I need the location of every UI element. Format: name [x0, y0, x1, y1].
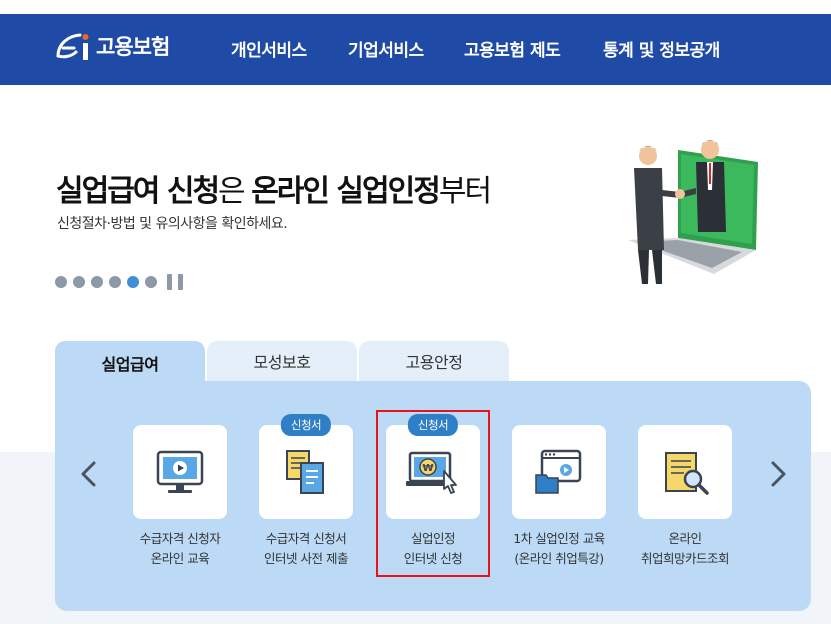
hero-title-part2: 은 [218, 174, 252, 209]
slider-dot-3[interactable] [91, 276, 103, 288]
handshake-laptop-illustration [618, 132, 768, 292]
slider-dot-1[interactable] [55, 276, 67, 288]
prev-arrow-icon[interactable] [77, 460, 101, 488]
slider-dot-5[interactable] [127, 276, 139, 288]
nav-business-services[interactable]: 기업서비스 [348, 36, 424, 61]
logo-mark-icon [54, 26, 94, 66]
tab-employment-stability[interactable]: 고용안정 [359, 341, 509, 381]
header-top-strip [0, 0, 831, 14]
card-search-icon [665, 452, 709, 495]
hero-title-part4: 부터 [438, 174, 492, 209]
service-icon-box: 신청서 [259, 414, 353, 519]
tab-unemployment-benefit[interactable]: 실업급여 [55, 341, 205, 385]
service-icon-box [512, 425, 606, 519]
slider-dots [55, 274, 183, 290]
pause-icon[interactable] [167, 274, 183, 290]
hero-title-part3: 온라인 실업인정 [251, 174, 441, 209]
hero-title-part1: 실업급여 신청 [56, 174, 220, 209]
nav-personal-services[interactable]: 개인서비스 [231, 36, 307, 61]
service-label: 수급자격 신청자 온라인 교육 [139, 531, 221, 566]
service-applicant-online-education[interactable]: 수급자격 신청자 온라인 교육 [115, 425, 245, 569]
service-icon-box [638, 425, 732, 519]
nav-statistics[interactable]: 통계 및 정보공개 [603, 36, 720, 61]
slider-dot-4[interactable] [109, 276, 121, 288]
hero-subtitle: 신청절차·방법 및 유의사항을 확인하세요. [57, 216, 288, 232]
documents-icon [286, 450, 324, 494]
service-label: 온라인 취업희망카드조회 [640, 531, 730, 566]
monitor-video-icon [156, 450, 204, 493]
hero-title: 실업급여 신청은 온라인 실업인정부터 [56, 166, 492, 210]
selection-highlight-box [376, 410, 490, 577]
slider-dot-2[interactable] [73, 276, 85, 288]
service-job-hope-card-inquiry[interactable]: 온라인 취업희망카드조회 [620, 425, 750, 569]
service-icon-box [133, 425, 227, 519]
application-badge: 신청서 [280, 414, 332, 436]
logo-text: 고용보험 [96, 35, 170, 59]
service-qualification-application-submit[interactable]: 신청서 수급자격 신청서 인터넷 사전 제출 [241, 414, 371, 569]
nav-insurance-system[interactable]: 고용보험 제도 [464, 36, 561, 61]
tab-maternity-protection[interactable]: 모성보호 [207, 341, 357, 381]
slider-dot-6[interactable] [145, 276, 157, 288]
service-label: 수급자격 신청서 인터넷 사전 제출 [264, 531, 348, 566]
service-first-recognition-education[interactable]: 1차 실업인정 교육 (온라인 취업특강) [494, 425, 624, 569]
site-logo[interactable]: 고용보험 [54, 26, 170, 66]
next-arrow-icon[interactable] [766, 460, 790, 488]
service-label: 1차 실업인정 교육 (온라인 취업특강) [513, 531, 605, 566]
video-folder-icon [535, 449, 582, 494]
